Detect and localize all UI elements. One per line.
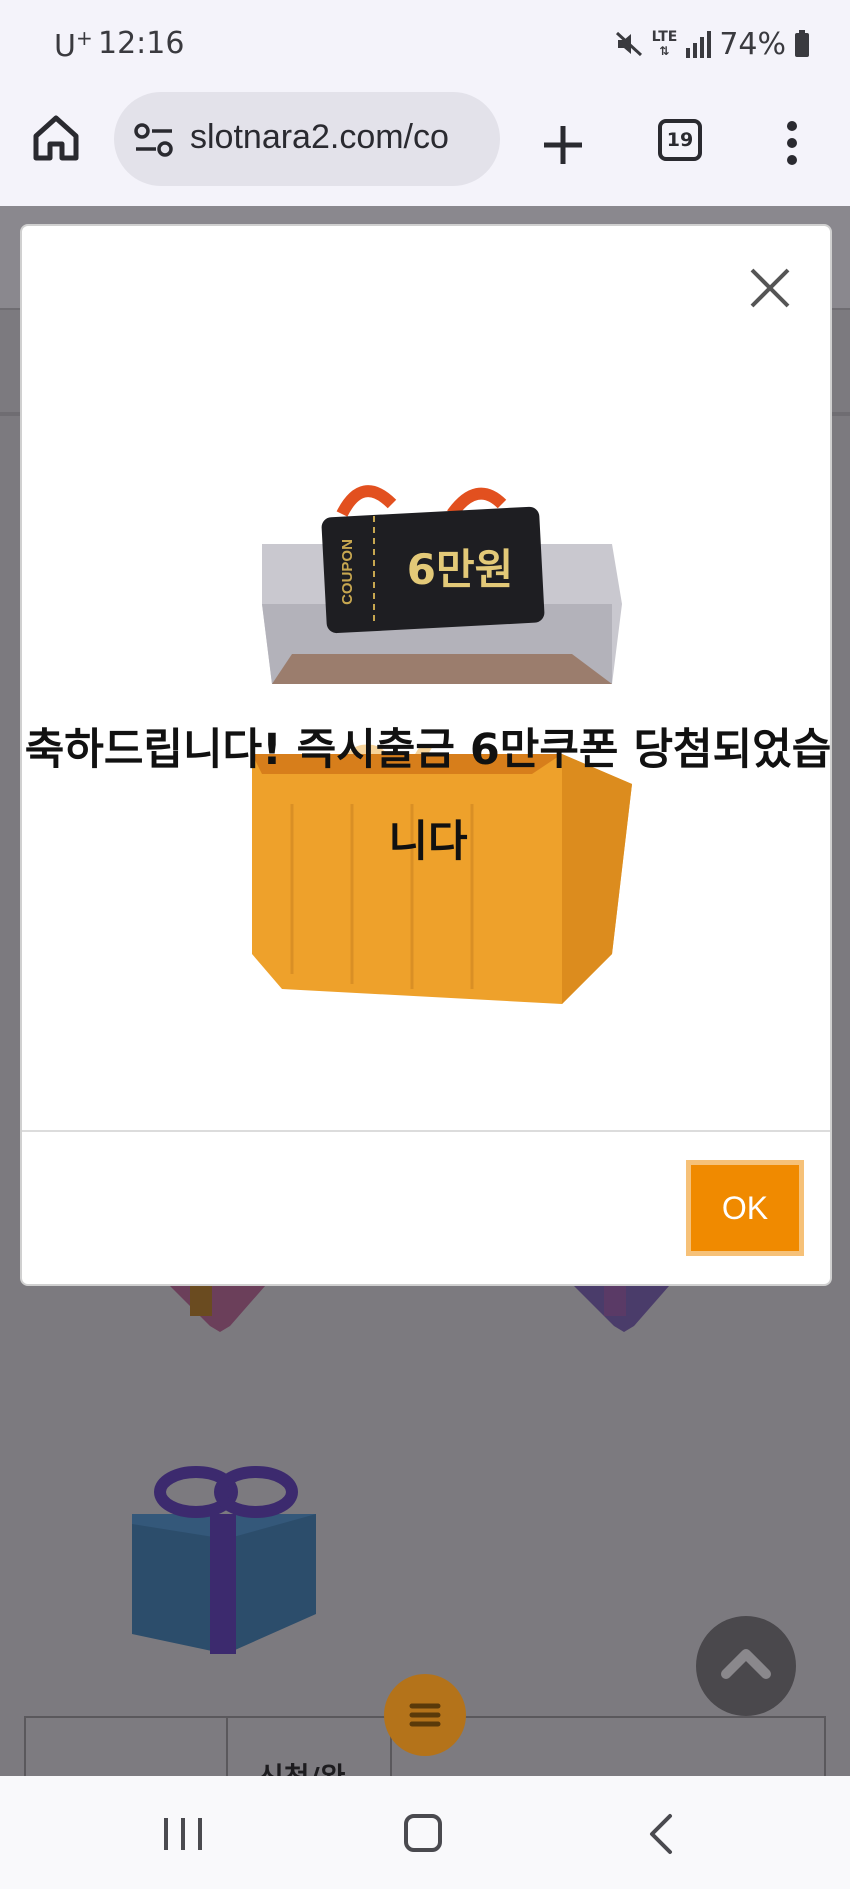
battery-icon [795,30,809,57]
site-settings-icon[interactable] [134,122,174,158]
coupon-modal: COUPON 6만원 % 축하드립니다! 즉시출금 6만쿠폰 당첨되었습니다 O… [20,224,832,1286]
home-icon[interactable] [30,112,82,164]
modal-divider [22,1130,830,1132]
back-icon[interactable] [646,1812,676,1856]
recent-apps-icon[interactable] [160,1816,206,1852]
coupon-label: COUPON [339,539,356,605]
table-cell [26,1718,228,1776]
menu-icon [409,1703,441,1727]
tab-switcher-icon[interactable]: 19 [658,119,702,161]
scroll-top-button[interactable] [696,1616,796,1716]
mute-icon [615,31,642,57]
system-nav-bar [0,1776,850,1889]
status-bar: U+ 12:16 LTE ⇅ 74% [0,0,850,88]
network-type: LTE ⇅ [651,29,678,58]
home-nav-icon[interactable] [404,1814,442,1852]
coupon-ticket: COUPON 6만원 [321,506,545,634]
coupon-amount: 6만원 [407,545,514,594]
clock: 12:16 [98,26,185,61]
carrier-label: U+ [54,26,93,64]
table-cell-text: 신청/완 [258,1756,346,1776]
menu-button[interactable] [384,1674,466,1756]
gift-icon [132,1466,316,1654]
more-icon[interactable] [780,118,804,168]
browser-toolbar: slotnara2.com/co 19 [0,88,850,206]
url-text: slotnara2.com/co [190,118,449,156]
close-icon[interactable] [748,266,792,310]
signal-icon [686,31,712,58]
new-tab-icon[interactable] [538,120,588,170]
battery-percent: 74% [719,26,786,62]
status-icons: LTE ⇅ 74% [614,24,810,64]
ok-button[interactable]: OK [686,1160,804,1256]
chevron-up-icon [721,1649,771,1679]
address-bar[interactable]: slotnara2.com/co [114,92,500,186]
congrats-message: 축하드립니다! 즉시출금 6만쿠폰 당첨되었습니다 [24,725,832,867]
